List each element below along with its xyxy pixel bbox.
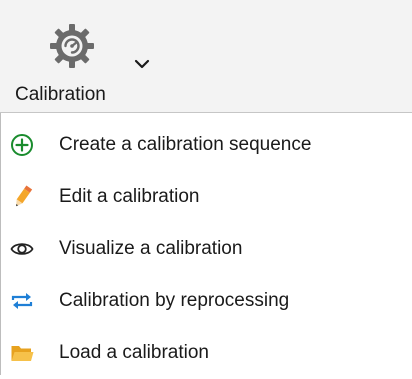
eye-icon xyxy=(10,243,34,255)
gear-icon xyxy=(50,24,94,68)
menu-item-label: Calibration by reprocessing xyxy=(59,290,290,311)
menu-item-visualize-calibration[interactable]: Visualize a calibration xyxy=(1,223,412,275)
menu-item-load-calibration[interactable]: Load a calibration xyxy=(1,327,412,379)
calibration-label: Calibration xyxy=(15,84,106,105)
calibration-button[interactable]: Calibration xyxy=(8,6,150,106)
menu-item-edit-calibration[interactable]: Edit a calibration xyxy=(1,171,412,223)
menu-item-calibration-by-reprocessing[interactable]: Calibration by reprocessing xyxy=(1,275,412,327)
calibration-dropdown-menu: Create a calibration sequence Edit a cal… xyxy=(0,112,412,375)
add-circle-icon xyxy=(11,134,33,156)
menu-item-label: Edit a calibration xyxy=(59,186,200,207)
menu-item-label: Load a calibration xyxy=(59,342,209,363)
menu-item-label: Visualize a calibration xyxy=(59,238,243,259)
repeat-icon xyxy=(11,293,33,309)
pencil-icon xyxy=(16,185,33,207)
folder-icon xyxy=(11,346,34,361)
ribbon: Calibration xyxy=(0,0,412,112)
menu-item-label: Create a calibration sequence xyxy=(59,134,312,155)
menu-item-create-calibration-sequence[interactable]: Create a calibration sequence xyxy=(1,119,412,171)
chevron-down-icon[interactable] xyxy=(134,58,150,70)
